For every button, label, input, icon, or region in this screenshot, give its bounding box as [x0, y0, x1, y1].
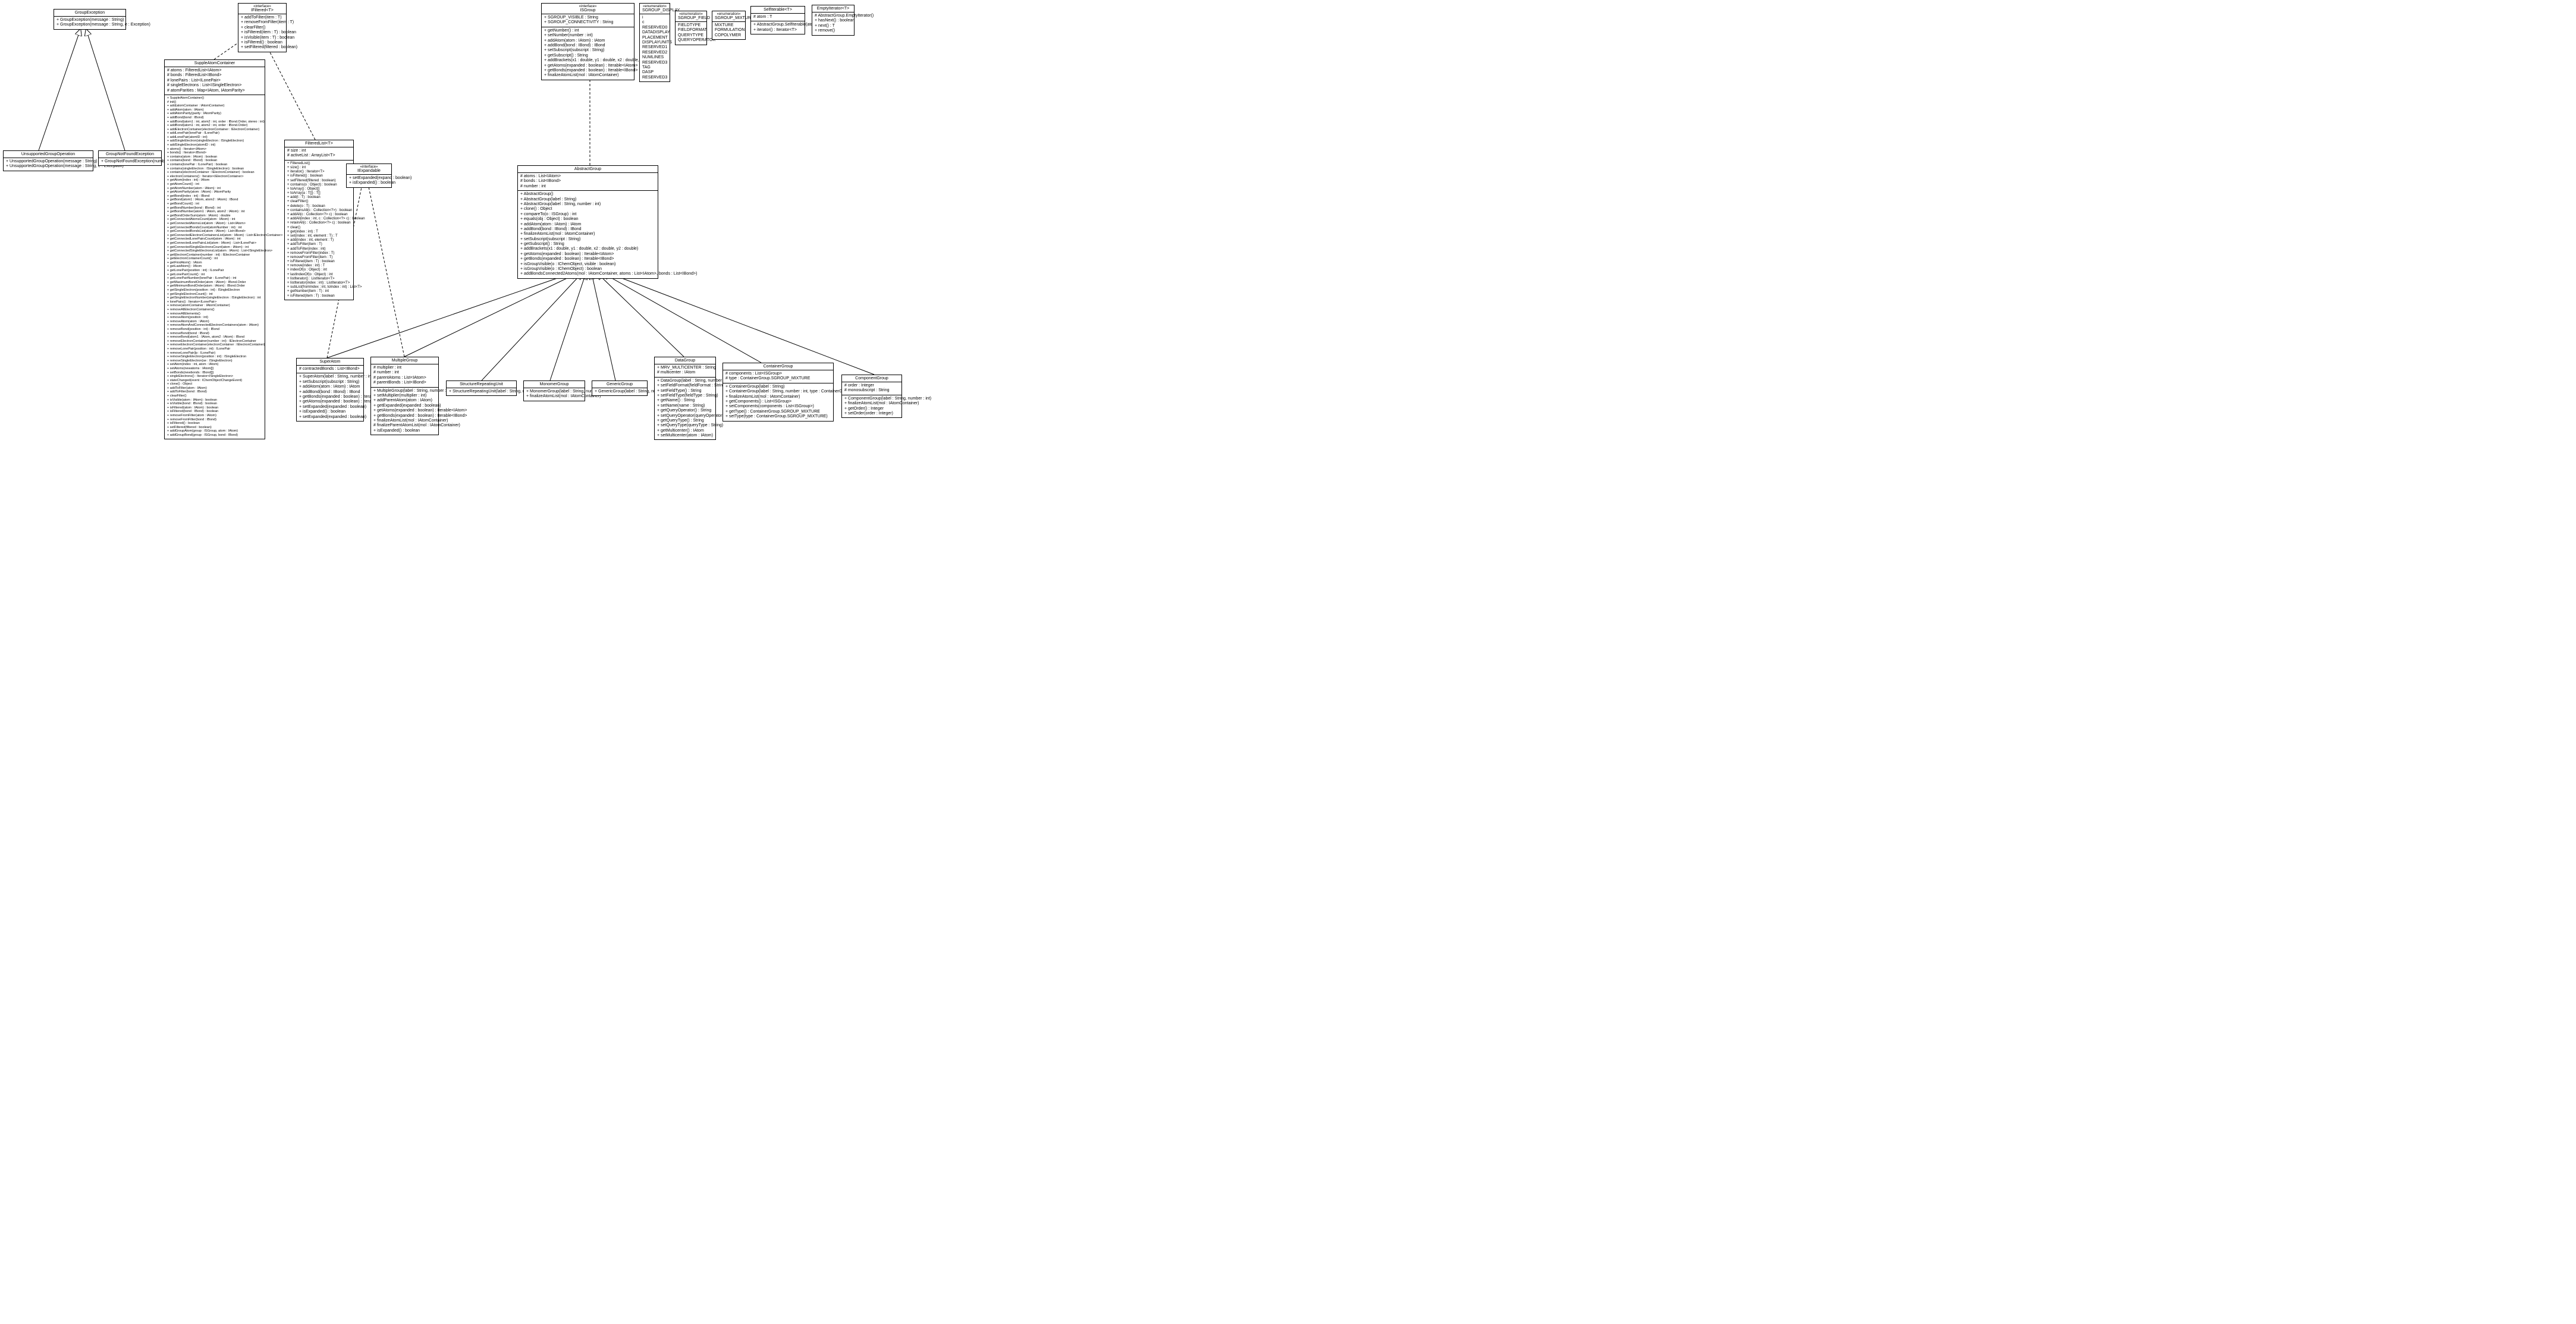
- interface-isgroup: «interface»ISGroup + SGROUP_VISIBLE : St…: [541, 3, 634, 80]
- class-title: SelfIterable<T>: [751, 7, 805, 14]
- class-super-atom: SuperAtom # contractedBonds : List<IBond…: [296, 358, 364, 422]
- class-title: «interface»ISGroup: [542, 4, 634, 14]
- class-title: DataGroup: [655, 357, 715, 364]
- class-title: FilteredList<T>: [285, 140, 353, 147]
- class-title: GenericGroup: [592, 381, 647, 388]
- class-self-iterable: SelfIterable<T> # atom : T + AbstractGro…: [750, 6, 805, 34]
- class-title: ContainerGroup: [723, 363, 833, 370]
- vals-section: icRESERVED0DATADISPLAYPLACEMENTDISPLAYUN…: [640, 14, 670, 81]
- ops-section: + ContainerGroup(label : String)+ Contai…: [723, 383, 833, 421]
- ops-section: + ComponentGroup(label : String, number …: [842, 395, 901, 418]
- ops-section: + MultipleGroup(label : String, number :…: [371, 388, 438, 435]
- class-abstract-group: AbstractGroup # atoms : List<IAtom># bon…: [517, 165, 658, 279]
- enum-sgroup-field: «enumeration»SGROUP_FIELD FIELDTYPEFIELD…: [675, 11, 707, 45]
- ops-section: + AbstractGroup()+ AbstractGroup(label :…: [518, 191, 658, 278]
- ops-section: + UnsupportedGroupOperation(message : St…: [4, 158, 93, 171]
- ops-section: + setExpanded(expand : boolean)+ isExpan…: [347, 175, 391, 187]
- class-monomer-group: MonomerGroup + MonomerGroup(label : Stri…: [523, 380, 585, 401]
- ops-section: + AbstractGroup.SelfIterable(atom : T)+ …: [751, 21, 805, 34]
- class-component-group: ComponentGroup # order : Integer# monosu…: [841, 375, 902, 418]
- ops-section: + GroupException(message : String)+ Grou…: [54, 17, 125, 29]
- class-container-group: ContainerGroup # components : List<ISGro…: [722, 363, 834, 422]
- class-group-exception: GroupException + GroupException(message …: [54, 9, 126, 30]
- interface-ifiltered: «interface»IFiltered<T> + addToFilter(it…: [238, 3, 287, 52]
- interface-iexpandable: «interface»IExpandable + setExpanded(exp…: [346, 163, 392, 188]
- attrs-section: + SGROUP_VISIBLE : String+ SGROUP_CONNEC…: [542, 14, 634, 27]
- class-supple-atom-container: SuppleAtomContainer # atoms : FilteredLi…: [164, 59, 265, 439]
- enum-sgroup-display: «enumeration»SGROUP_DISPLAY icRESERVED0D…: [639, 3, 670, 82]
- class-multiple-group: MultipleGroup # multiplier : int# number…: [370, 357, 439, 435]
- attrs-section: # components : List<ISGroup># type : Con…: [723, 370, 833, 383]
- attrs-section: + MRV_MULTICENTER : String# multicenter …: [655, 364, 715, 378]
- class-title: «enumeration»SGROUP_DISPLAY: [640, 4, 670, 14]
- vals-section: MIXTUREFORMULATIONCOPOLYMER: [712, 22, 745, 39]
- class-filtered-list: FilteredList<T> # size : int# activeList…: [284, 140, 354, 300]
- class-title: «interface»IFiltered<T>: [238, 4, 286, 14]
- class-title: «interface»IExpandable: [347, 164, 391, 175]
- class-structure-repeating-unit: StructureRepeatingUnit + StructureRepeat…: [446, 380, 517, 396]
- class-title: EmptyIterator<T>: [812, 5, 854, 12]
- attrs-section: # contractedBonds : List<IBond>: [297, 366, 363, 373]
- attrs-section: # multiplier : int# number : int# parent…: [371, 364, 438, 388]
- class-title: «enumeration»SGROUP_FIELD: [676, 11, 706, 22]
- class-title: MonomerGroup: [524, 381, 585, 388]
- attrs-section: # atoms : List<IAtom># bonds : List<IBon…: [518, 173, 658, 191]
- attrs-section: # order : Integer# monosubscript : Strin…: [842, 382, 901, 395]
- class-title: GroupException: [54, 10, 125, 17]
- ops-section: + MonomerGroup(label : String, number : …: [524, 388, 585, 401]
- class-title: StructureRepeatingUnit: [447, 381, 516, 388]
- class-title: UnsupportedGroupOperation: [4, 151, 93, 158]
- class-unsupported-group-operation: UnsupportedGroupOperation + UnsupportedG…: [3, 150, 93, 171]
- enum-sgroup-mixture: «enumeration»SGROUP_MIXTURE MIXTUREFORMU…: [712, 11, 746, 40]
- attrs-section: # atom : T: [751, 14, 805, 21]
- class-title: «enumeration»SGROUP_MIXTURE: [712, 11, 745, 22]
- class-title: MultipleGroup: [371, 357, 438, 364]
- class-generic-group: GenericGroup + GenericGroup(label : Stri…: [592, 380, 648, 396]
- ops-section: + DataGroup(label : String, number : int…: [655, 378, 715, 440]
- ops-section: + StructureRepeatingUnit(label : String,…: [447, 388, 516, 395]
- class-title: GroupNotFoundException: [99, 151, 161, 158]
- vals-section: FIELDTYPEFIELDFORMATQUERYTYPEQUERYOPERAT…: [676, 22, 706, 45]
- class-data-group: DataGroup + MRV_MULTICENTER : String# mu…: [654, 357, 716, 440]
- class-group-not-found-exception: GroupNotFoundException + GroupNotFoundEx…: [98, 150, 162, 166]
- ops-section: + addToFilter(item : T)+ removeFromFilte…: [238, 14, 286, 52]
- ops-section: + FilteredList()+ size() : int+ iterator…: [285, 161, 353, 300]
- attrs-section: # size : int# activeList : ArrayList<T>: [285, 147, 353, 161]
- class-title: SuperAtom: [297, 358, 363, 366]
- class-empty-iterator: EmptyIterator<T> # AbstractGroup.EmptyIt…: [812, 5, 855, 36]
- class-title: AbstractGroup: [518, 166, 658, 173]
- ops-section: + getNumber() : int+ setNumber(number : …: [542, 27, 634, 80]
- class-title: ComponentGroup: [842, 375, 901, 382]
- ops-section: # AbstractGroup.EmptyIterator()+ hasNext…: [812, 12, 854, 35]
- ops-section: + GroupNotFoundException(number : String…: [99, 158, 161, 165]
- ops-section: + GenericGroup(label : String, number : …: [592, 388, 647, 395]
- class-title: SuppleAtomContainer: [165, 60, 265, 67]
- attrs-section: # atoms : FilteredList<IAtom># bonds : F…: [165, 67, 265, 95]
- ops-section: + SuperAtom(label : String, number : int…: [297, 373, 363, 421]
- ops-section: + SuppleAtomContainer()# init()+ add(ato…: [165, 95, 265, 439]
